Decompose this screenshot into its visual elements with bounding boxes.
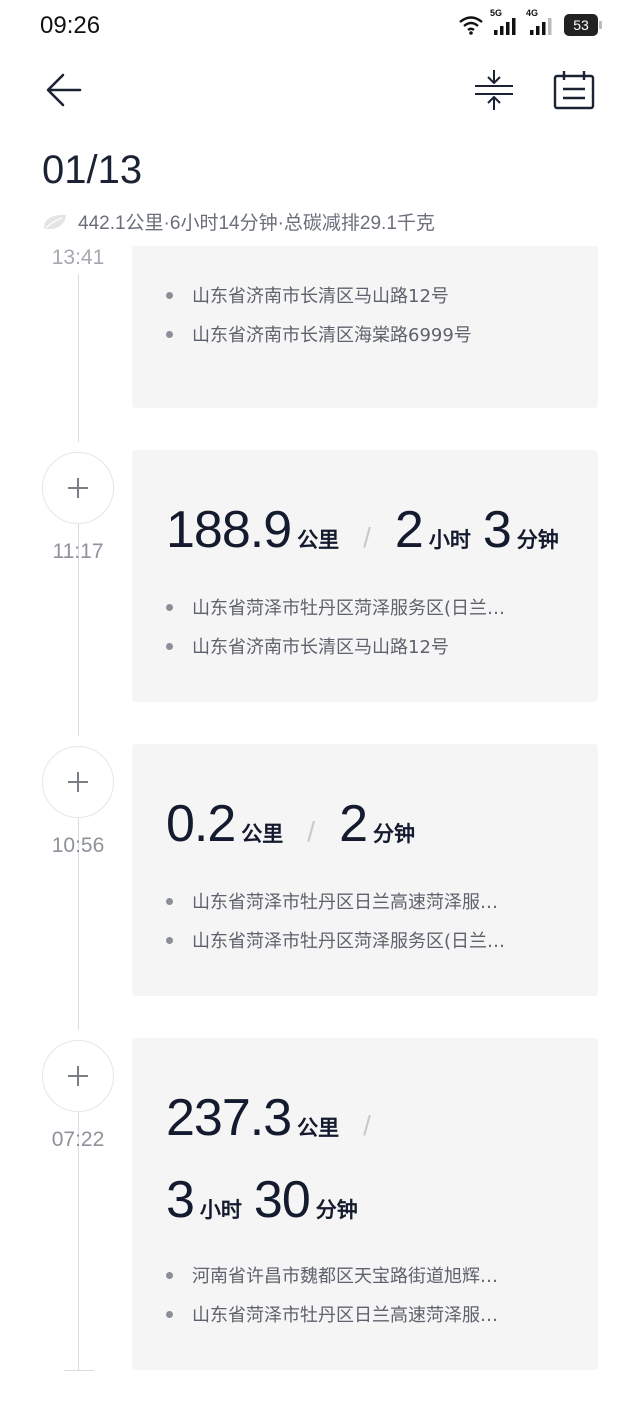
bullet-icon xyxy=(166,603,173,611)
wifi-icon xyxy=(459,16,483,35)
collapse-vertical-icon xyxy=(475,70,513,110)
trip-stats: 0.2 公里 / 2 分钟 xyxy=(166,795,415,853)
separator: / xyxy=(307,816,316,847)
plus-icon xyxy=(68,1066,88,1086)
trip-duration: 3 小时 30 分钟 xyxy=(166,1171,358,1229)
trip-summary: 442.1公里·6小时14分钟·总碳减排29.1千克 xyxy=(42,208,435,235)
back-button[interactable] xyxy=(38,64,90,116)
timeline-end xyxy=(64,1370,94,1371)
status-time: 09:26 xyxy=(40,12,101,39)
add-button[interactable] xyxy=(42,746,114,818)
plus-icon xyxy=(68,772,88,792)
trip-destination: 山东省菏泽市牡丹区日兰高速菏泽服… xyxy=(166,1301,498,1327)
trip-card[interactable]: 188.9 公里 / 2 小时 3 分钟 山东省菏泽市牡丹区菏泽服务区(日兰… … xyxy=(132,450,598,702)
calendar-icon xyxy=(553,71,595,110)
trip-card[interactable]: 0.2 公里 / 2 分钟 山东省菏泽市牡丹区日兰高速菏泽服… 山东省菏泽市牡丹… xyxy=(132,744,598,996)
trip-stats: 188.9 公里 / 2 小时 3 分钟 xyxy=(166,501,559,559)
signal-5g-icon: 5G xyxy=(490,8,520,36)
signal-4g-icon: 4G xyxy=(526,8,556,36)
trip-destination: 山东省济南市长清区海棠路6999号 xyxy=(166,321,472,347)
trip-distance: 237.3 xyxy=(166,1089,292,1147)
separator: / xyxy=(363,1110,371,1141)
trip-distance: 0.2 xyxy=(166,795,236,853)
separator: / xyxy=(363,522,371,553)
trip-destination: 山东省济南市长清区马山路12号 xyxy=(166,633,449,659)
bullet-icon xyxy=(166,936,173,944)
trip-distance: 188.9 xyxy=(166,501,292,559)
bullet-icon xyxy=(166,642,173,650)
trip-origin: 山东省菏泽市牡丹区菏泽服务区(日兰… xyxy=(166,594,505,620)
trip-card[interactable]: 山东省济南市长清区马山路12号 山东省济南市长清区海棠路6999号 xyxy=(132,246,598,408)
calendar-button[interactable] xyxy=(548,64,600,116)
trip-time: 11:17 xyxy=(52,540,104,563)
collapse-button[interactable] xyxy=(468,64,520,116)
trip-stats: 237.3 公里 / xyxy=(166,1089,371,1147)
status-bar: 09:26 5G 4G 53 xyxy=(0,0,640,56)
trip-time: 10:56 xyxy=(51,834,105,857)
add-button[interactable] xyxy=(42,1040,114,1112)
toolbar xyxy=(0,60,640,120)
trip-time: 07:22 xyxy=(51,1128,105,1151)
plus-icon xyxy=(68,478,88,498)
arrow-left-icon xyxy=(46,73,82,107)
battery-icon: 53 xyxy=(564,14,602,36)
trip-origin: 河南省许昌市魏都区天宝路街道旭辉… xyxy=(166,1262,498,1288)
summary-text: 442.1公里·6小时14分钟·总碳减排29.1千克 xyxy=(78,213,435,234)
trip-timeline[interactable]: 13:41 山东省济南市长清区马山路12号 山东省济南市长清区海棠路6999号 … xyxy=(0,246,640,1422)
status-icons: 5G 4G 53 xyxy=(458,8,602,36)
trip-minutes: 3 xyxy=(482,501,512,559)
trip-minutes: 2 xyxy=(339,795,368,853)
trip-card[interactable]: 237.3 公里 / 3 小时 30 分钟 河南省许昌市魏都区天宝路街道旭辉… … xyxy=(132,1038,598,1370)
trip-destination: 山东省菏泽市牡丹区菏泽服务区(日兰… xyxy=(166,927,505,953)
bullet-icon xyxy=(166,291,173,299)
bullet-icon xyxy=(166,1310,173,1318)
page-title: 01/13 xyxy=(42,148,143,192)
trip-minutes: 30 xyxy=(253,1171,311,1229)
add-button[interactable] xyxy=(42,452,114,524)
bullet-icon xyxy=(166,330,173,338)
trip-time: 13:41 xyxy=(51,246,105,269)
trip-hours: 2 xyxy=(394,501,424,559)
trip-origin: 山东省济南市长清区马山路12号 xyxy=(166,282,449,308)
bullet-icon xyxy=(166,1271,173,1279)
trip-hours: 3 xyxy=(166,1171,195,1229)
trip-origin: 山东省菏泽市牡丹区日兰高速菏泽服… xyxy=(166,888,498,914)
timeline-segment xyxy=(78,274,79,442)
bullet-icon xyxy=(166,897,173,905)
leaf-icon xyxy=(44,214,66,229)
